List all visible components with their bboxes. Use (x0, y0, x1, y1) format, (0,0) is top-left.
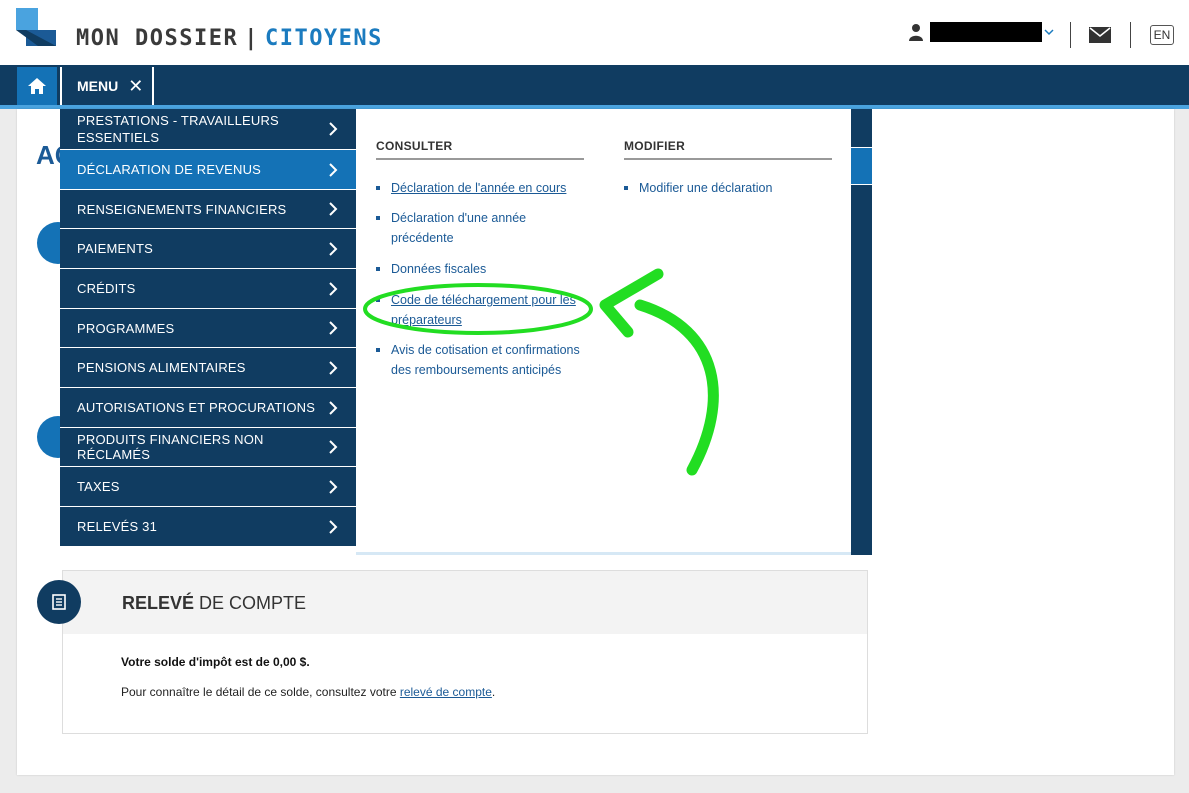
account-statement-header: RELEVÉ DE COMPTE (63, 571, 867, 634)
menu-item-credits[interactable]: CRÉDITS (60, 269, 356, 309)
header-divider (1070, 22, 1071, 48)
chevron-right-icon (329, 321, 338, 335)
menu-item-pensions[interactable]: PENSIONS ALIMENTAIRES (60, 348, 356, 388)
brand-separator: | (244, 26, 259, 51)
mega-menu-scroll-strip (851, 109, 872, 555)
user-icon (909, 24, 923, 41)
submenu-heading-modifier: MODIFIER (624, 139, 832, 160)
menu-item-label: PROGRAMMES (77, 320, 175, 336)
brand-title[interactable]: MON DOSSIER | CITOYENS (76, 26, 383, 51)
menu-item-renseignements[interactable]: RENSEIGNEMENTS FINANCIERS (60, 190, 356, 229)
chevron-down-icon (1044, 29, 1054, 36)
menu-item-label: RELEVÉS 31 (77, 519, 158, 534)
link-donnees-fiscales[interactable]: Données fiscales (376, 259, 586, 279)
statement-icon-circle (37, 580, 81, 624)
menu-item-autorisations[interactable]: AUTORISATIONS ET PROCURATIONS (60, 388, 356, 428)
chevron-right-icon (329, 202, 338, 216)
link-modifier-declaration[interactable]: Modifier une déclaration (624, 178, 834, 198)
user-name-redacted (930, 22, 1042, 42)
chevron-right-icon (329, 281, 338, 296)
menu-toggle-button[interactable]: MENU ✕ (60, 67, 154, 105)
chevron-right-icon (329, 479, 338, 494)
menu-item-declaration[interactable]: DÉCLARATION DE REVENUS (60, 150, 356, 190)
menu-item-label: PRESTATIONS - TRAVAILLEURS ESSENTIELS (77, 113, 279, 145)
language-toggle-button[interactable]: EN (1150, 25, 1174, 45)
menu-item-programmes[interactable]: PROGRAMMES (60, 309, 356, 348)
menu-item-produits[interactable]: PRODUITS FINANCIERS NON RÉCLAMÉS (60, 428, 356, 467)
account-statement-title: RELEVÉ DE COMPTE (122, 593, 306, 614)
menu-label: MENU (77, 78, 119, 94)
menu-item-label: PENSIONS ALIMENTAIRES (77, 360, 246, 375)
header-divider (1130, 22, 1131, 48)
menu-category-list: PRESTATIONS - TRAVAILLEURS ESSENTIELS DÉ… (60, 109, 356, 546)
tax-balance-text: Votre solde d'impôt est de 0,00 $. (121, 655, 310, 669)
user-menu[interactable] (908, 20, 1054, 44)
menu-item-label: PAIEMENTS (77, 241, 153, 256)
chevron-right-icon (329, 122, 338, 136)
submenu-heading-consulter: CONSULTER (376, 139, 584, 160)
home-icon (28, 78, 46, 94)
page-root: MON DOSSIER | CITOYENS EN MENU ✕ AC PRES… (0, 0, 1189, 793)
menu-item-label: RENSEIGNEMENTS FINANCIERS (77, 201, 287, 217)
chevron-right-icon (329, 360, 338, 375)
detail-suffix: . (491, 685, 496, 699)
link-avis-cotisation[interactable]: Avis de cotisation et confirmations des … (376, 340, 591, 380)
chevron-right-icon (329, 162, 338, 177)
close-icon: ✕ (128, 75, 144, 96)
link-declaration-annee-en-cours[interactable]: Déclaration de l'année en cours (376, 178, 586, 198)
chevron-right-icon (329, 400, 338, 415)
account-statement-link[interactable]: relevé de compte (400, 685, 492, 699)
logo-icon[interactable] (16, 8, 56, 46)
menu-item-label: PRODUITS FINANCIERS NON RÉCLAMÉS (77, 432, 264, 462)
brand-right: CITOYENS (264, 26, 383, 51)
main-navbar (0, 65, 1189, 105)
home-button[interactable] (17, 67, 57, 105)
top-header: MON DOSSIER | CITOYENS EN (0, 0, 1189, 65)
menu-item-paiements[interactable]: PAIEMENTS (60, 229, 356, 269)
detail-prefix: Pour connaître le détail de ce solde, co… (121, 685, 400, 699)
menu-item-releves[interactable]: RELEVÉS 31 (60, 507, 356, 546)
statement-detail-text: Pour connaître le détail de ce solde, co… (121, 685, 495, 699)
menu-item-label: DÉCLARATION DE REVENUS (77, 162, 262, 177)
menu-item-label: TAXES (77, 479, 120, 494)
mega-menu-bottom-border (356, 552, 851, 555)
menu-item-label: AUTORISATIONS ET PROCURATIONS (77, 400, 316, 415)
chevron-right-icon (329, 241, 338, 256)
menu-item-taxes[interactable]: TAXES (60, 467, 356, 507)
mail-icon[interactable] (1089, 27, 1111, 43)
menu-item-prestations[interactable]: PRESTATIONS - TRAVAILLEURS ESSENTIELS (60, 109, 356, 150)
menu-item-label: CRÉDITS (77, 281, 136, 296)
title-strong: RELEVÉ (122, 593, 195, 613)
document-icon (52, 594, 66, 610)
link-code-telechargement[interactable]: Code de téléchargement pour les préparat… (376, 290, 586, 330)
account-statement-card: RELEVÉ DE COMPTE (62, 570, 868, 734)
chevron-right-icon (329, 519, 338, 534)
title-rest: DE COMPTE (194, 593, 307, 613)
chevron-right-icon (329, 440, 338, 454)
brand-left: MON DOSSIER (76, 26, 239, 51)
link-declaration-annee-precedente[interactable]: Déclaration d'une année précédente (376, 208, 586, 248)
